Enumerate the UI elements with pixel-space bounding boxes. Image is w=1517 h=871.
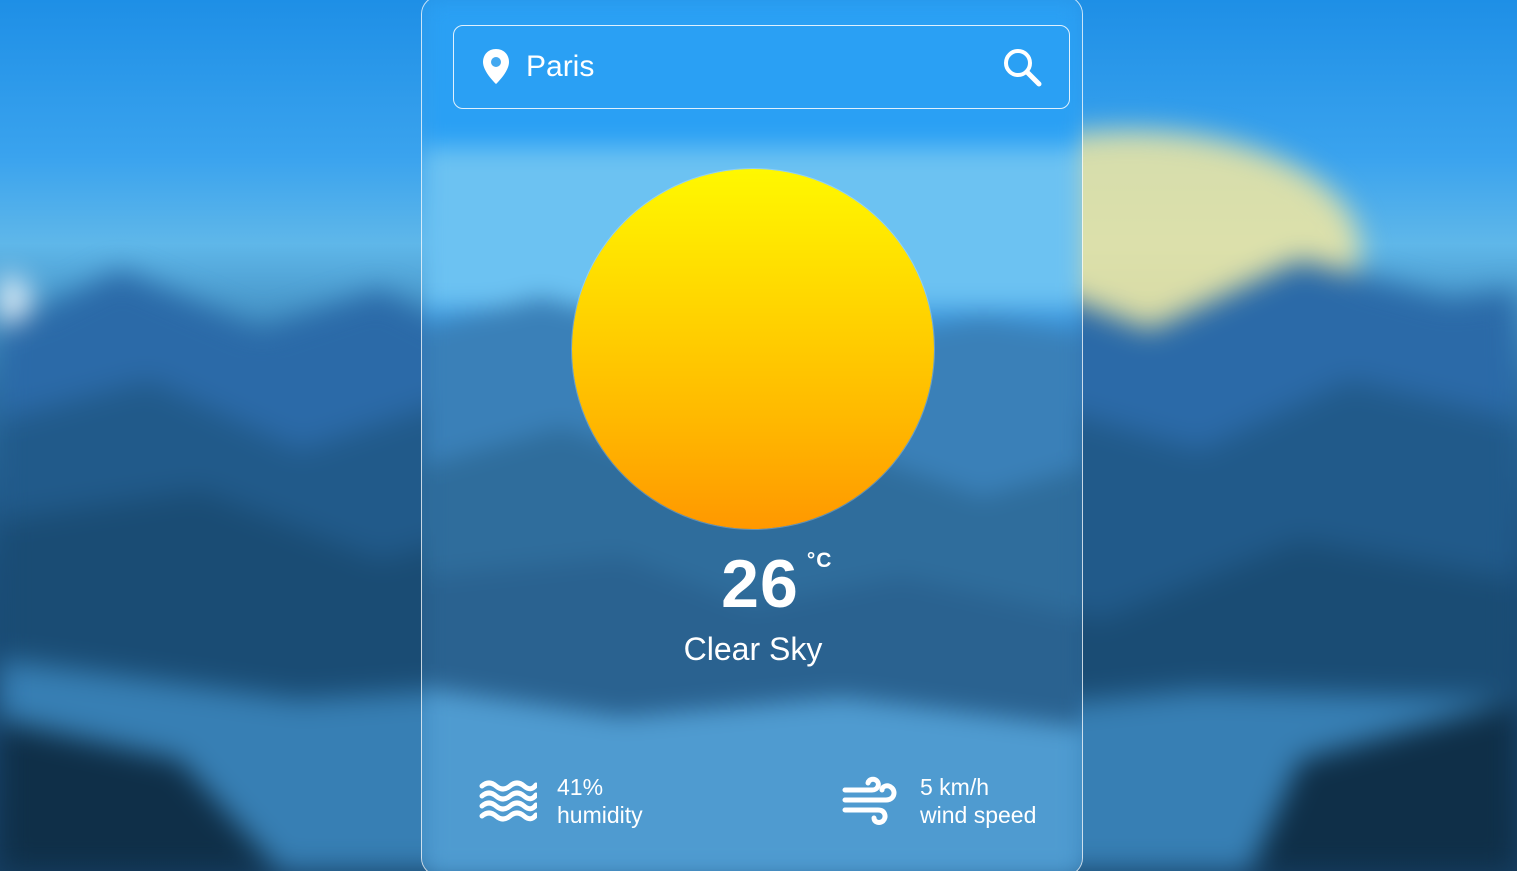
search-bar [453,25,1070,109]
weather-card: 26 °C Clear Sky 41% humidity 5 km/h wind… [421,0,1083,871]
wind-stat: 5 km/h wind speed [842,773,1036,829]
wind-label: wind speed [920,802,1037,828]
location-search-input[interactable] [526,46,986,88]
humidity-waves-icon [479,780,537,822]
temperature-display: 26 °C [422,545,1082,623]
humidity-value: 41% [557,774,604,800]
search-icon[interactable] [1001,46,1043,88]
temperature-value: 26 [721,546,799,622]
humidity-stat: 41% humidity [479,773,643,829]
wind-icon [842,776,897,825]
humidity-label: humidity [557,802,643,828]
wind-value: 5 km/h [920,774,990,800]
temperature-unit: °C [806,549,833,572]
map-pin-icon [483,49,509,84]
weather-description: Clear Sky [683,631,823,667]
sun-icon [572,169,934,529]
